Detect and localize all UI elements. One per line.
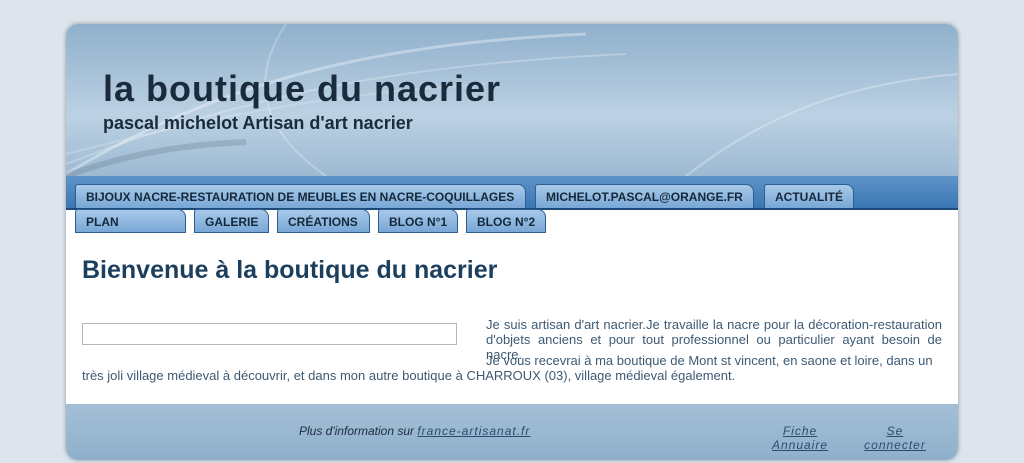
shop-paragraph-line2: très joli village médieval à découvrir, … xyxy=(82,368,736,383)
page-title: Bienvenue à la boutique du nacrier xyxy=(82,256,498,284)
site-subtitle: pascal michelot Artisan d'art nacrier xyxy=(103,113,413,133)
tab-actualite[interactable]: ACTUALITÉ xyxy=(764,184,854,208)
login-link-line1: Se xyxy=(886,424,904,438)
shop-paragraph-line1: Je vous recevrai à ma boutique de Mont s… xyxy=(486,353,933,368)
fiche-annuaire-line1: Fiche xyxy=(782,424,818,438)
site-title[interactable]: la boutique du nacrier xyxy=(103,68,501,110)
search-input[interactable] xyxy=(82,323,457,345)
page-container: la boutique du nacrier pascal michelot A… xyxy=(66,24,958,460)
tab-creations[interactable]: CRÉATIONS xyxy=(277,209,370,233)
france-artisanat-link[interactable]: france-artisanat.fr xyxy=(417,424,530,438)
footer-info-text: Plus d'information sur xyxy=(299,424,418,438)
login-link-line2: connecter xyxy=(864,438,926,452)
tab-email[interactable]: MICHELOT.PASCAL@ORANGE.FR xyxy=(535,184,754,208)
site-header: la boutique du nacrier pascal michelot A… xyxy=(66,24,958,176)
footer-info: Plus d'information sur france-artisanat.… xyxy=(299,424,530,438)
tab-plan[interactable]: PLAN xyxy=(75,209,186,233)
fiche-annuaire-link[interactable]: Fiche Annuaire xyxy=(770,424,830,452)
tab-blog-1[interactable]: BLOG N°1 xyxy=(378,209,458,233)
tab-blog-2[interactable]: BLOG N°2 xyxy=(466,209,546,233)
fiche-annuaire-line2: Annuaire xyxy=(771,438,829,452)
site-footer: Plus d'information sur france-artisanat.… xyxy=(66,404,958,460)
tab-galerie[interactable]: GALERIE xyxy=(194,209,269,233)
tab-bijoux-nacre[interactable]: BIJOUX NACRE-RESTAURATION DE MEUBLES EN … xyxy=(75,184,526,208)
login-link[interactable]: Se connecter xyxy=(864,424,926,452)
